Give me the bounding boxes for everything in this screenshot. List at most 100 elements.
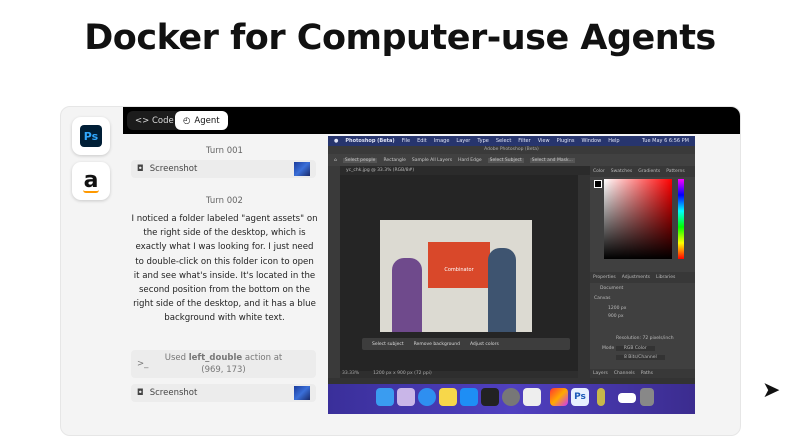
person-left: [392, 258, 422, 332]
mac-dock: Ps: [328, 384, 695, 414]
menu-file[interactable]: File: [402, 138, 410, 144]
tab-layers[interactable]: Layers: [593, 371, 608, 376]
clock: Tue May 6 6:56 PM: [642, 138, 689, 144]
width-field[interactable]: 1200 px: [608, 306, 626, 311]
select-subject-action[interactable]: Select subject: [372, 342, 404, 347]
agent-icon: ◴: [183, 115, 191, 126]
remove-background-action[interactable]: Remove background: [414, 342, 460, 347]
apple-icon: ●: [334, 138, 339, 144]
menu-view[interactable]: View: [538, 138, 550, 144]
menu-help[interactable]: Help: [608, 138, 619, 144]
sample-all-layers-checkbox[interactable]: Sample All Layers: [412, 158, 452, 163]
select-people-button[interactable]: Select people: [342, 157, 378, 163]
screenshot-thumbnail[interactable]: [294, 162, 310, 176]
zoom-level[interactable]: 33.33%: [342, 371, 359, 378]
app-photoshop[interactable]: Ps: [72, 117, 110, 155]
menu-plugins[interactable]: Plugins: [557, 138, 575, 144]
tab-properties[interactable]: Properties: [593, 275, 616, 280]
agent-window: Ps a <> Code ◴ Agent Turn 001 ◘ Screenshot…: [60, 106, 741, 436]
depth-select[interactable]: 8 Bits/Channel: [616, 355, 665, 360]
tab-paths[interactable]: Paths: [641, 371, 653, 376]
folder-icon[interactable]: [618, 393, 636, 403]
click-cursor-icon: ➤: [762, 378, 781, 403]
screenshot-thumbnail[interactable]: [294, 386, 310, 400]
mode-label: Mode: [602, 346, 615, 351]
camera-icon: ◘: [137, 388, 144, 398]
tab-channels[interactable]: Channels: [614, 371, 635, 376]
menu-edit[interactable]: Edit: [417, 138, 427, 144]
automator-icon[interactable]: [597, 388, 605, 406]
creative-cloud-icon[interactable]: [550, 388, 568, 406]
menu-select[interactable]: Select: [496, 138, 511, 144]
menu-image[interactable]: Image: [434, 138, 450, 144]
doc-label: Document: [600, 286, 624, 291]
turn-label: Turn 001: [206, 146, 243, 156]
hue-slider[interactable]: [678, 179, 684, 259]
tab-gradients[interactable]: Gradients: [638, 169, 660, 174]
select-and-mask-button[interactable]: Select and Mask...: [529, 157, 575, 163]
turn-label: Turn 002: [206, 196, 243, 206]
tab-code[interactable]: <> Code: [127, 111, 182, 130]
tab-color[interactable]: Color: [593, 169, 605, 174]
contextual-taskbar: Select subject Remove background Adjust …: [362, 338, 570, 350]
window-title: Adobe Photoshop (Beta): [328, 146, 695, 154]
screenshot-row[interactable]: ◘ Screenshot: [131, 160, 316, 178]
menu-window[interactable]: Window: [581, 138, 601, 144]
toolbar: [328, 166, 340, 378]
agent-message: I noticed a folder labeled "agent assets…: [131, 214, 318, 324]
safari-icon[interactable]: [418, 388, 436, 406]
app-amazon[interactable]: a: [72, 162, 110, 200]
options-bar: ⌂ Select people Rectangle Sample All Lay…: [328, 154, 695, 166]
photoshop-dock-icon[interactable]: Ps: [571, 388, 589, 406]
photo: Combinator: [380, 220, 532, 332]
foreground-swatch[interactable]: [594, 180, 602, 188]
launchpad-icon[interactable]: [397, 388, 415, 406]
menu-type[interactable]: Type: [477, 138, 488, 144]
settings-icon[interactable]: [502, 388, 520, 406]
terminal-icon[interactable]: [481, 388, 499, 406]
select-subject-button[interactable]: Select Subject: [487, 157, 524, 163]
page-title: Docker for Computer-use Agents: [84, 18, 716, 58]
amazon-icon: a: [83, 167, 99, 193]
screenshot-label: Screenshot: [149, 388, 198, 398]
person-right: [488, 248, 516, 332]
sign: Combinator: [428, 242, 490, 288]
finder-icon[interactable]: [376, 388, 394, 406]
screenshot-label: Screenshot: [149, 164, 198, 174]
screenshot-row[interactable]: ◘ Screenshot: [131, 384, 316, 402]
photoshop-icon: Ps: [80, 125, 102, 147]
height-field[interactable]: 900 px: [608, 314, 624, 319]
camera-icon: ◘: [137, 164, 144, 174]
tab-agent[interactable]: ◴ Agent: [175, 111, 228, 130]
color-picker[interactable]: [604, 179, 672, 259]
mac-menubar: ● Photoshop (Beta) File Edit Image Layer…: [328, 136, 695, 146]
action-prefix: Used: [164, 353, 189, 363]
home-icon[interactable]: ⌂: [334, 158, 337, 163]
right-panels: Color Swatches Gradients Patterns Propertie…: [590, 166, 695, 378]
tab-adjustments[interactable]: Adjustments: [622, 275, 650, 280]
mode-dropdown[interactable]: Rectangle: [383, 158, 405, 163]
menu-filter[interactable]: Filter: [518, 138, 530, 144]
textedit-icon[interactable]: [523, 388, 541, 406]
action-row[interactable]: >_ Used left_double action at (969, 173): [131, 350, 316, 378]
menu-layer[interactable]: Layer: [456, 138, 470, 144]
hard-edge-checkbox[interactable]: Hard Edge: [458, 158, 482, 163]
terminal-icon: >_: [137, 359, 149, 369]
action-name: left_double: [188, 353, 243, 363]
resolution: Resolution: 72 pixels/inch: [616, 336, 674, 341]
canvas-section[interactable]: Canvas: [594, 296, 611, 301]
mode-select[interactable]: RGB Color: [615, 346, 655, 351]
trash-icon[interactable]: [640, 388, 654, 406]
notes-icon[interactable]: [439, 388, 457, 406]
tab-agent-label: Agent: [194, 115, 220, 126]
agent-log: Turn 001 ◘ Screenshot Turn 002 I noticed …: [123, 134, 326, 435]
tab-libraries[interactable]: Libraries: [656, 275, 675, 280]
adjust-colors-action[interactable]: Adjust colors: [470, 342, 499, 347]
menu-app[interactable]: Photoshop (Beta): [345, 138, 394, 144]
tab-patterns[interactable]: Patterns: [666, 169, 685, 174]
desktop-screenshot: ● Photoshop (Beta) File Edit Image Layer…: [328, 136, 695, 414]
top-bar: <> Code ◴ Agent: [123, 107, 740, 134]
app-store-icon[interactable]: [460, 388, 478, 406]
document-tab[interactable]: yc_chk.jpg @ 33.3% (RGB/8#): [340, 166, 590, 175]
tab-swatches[interactable]: Swatches: [611, 169, 633, 174]
